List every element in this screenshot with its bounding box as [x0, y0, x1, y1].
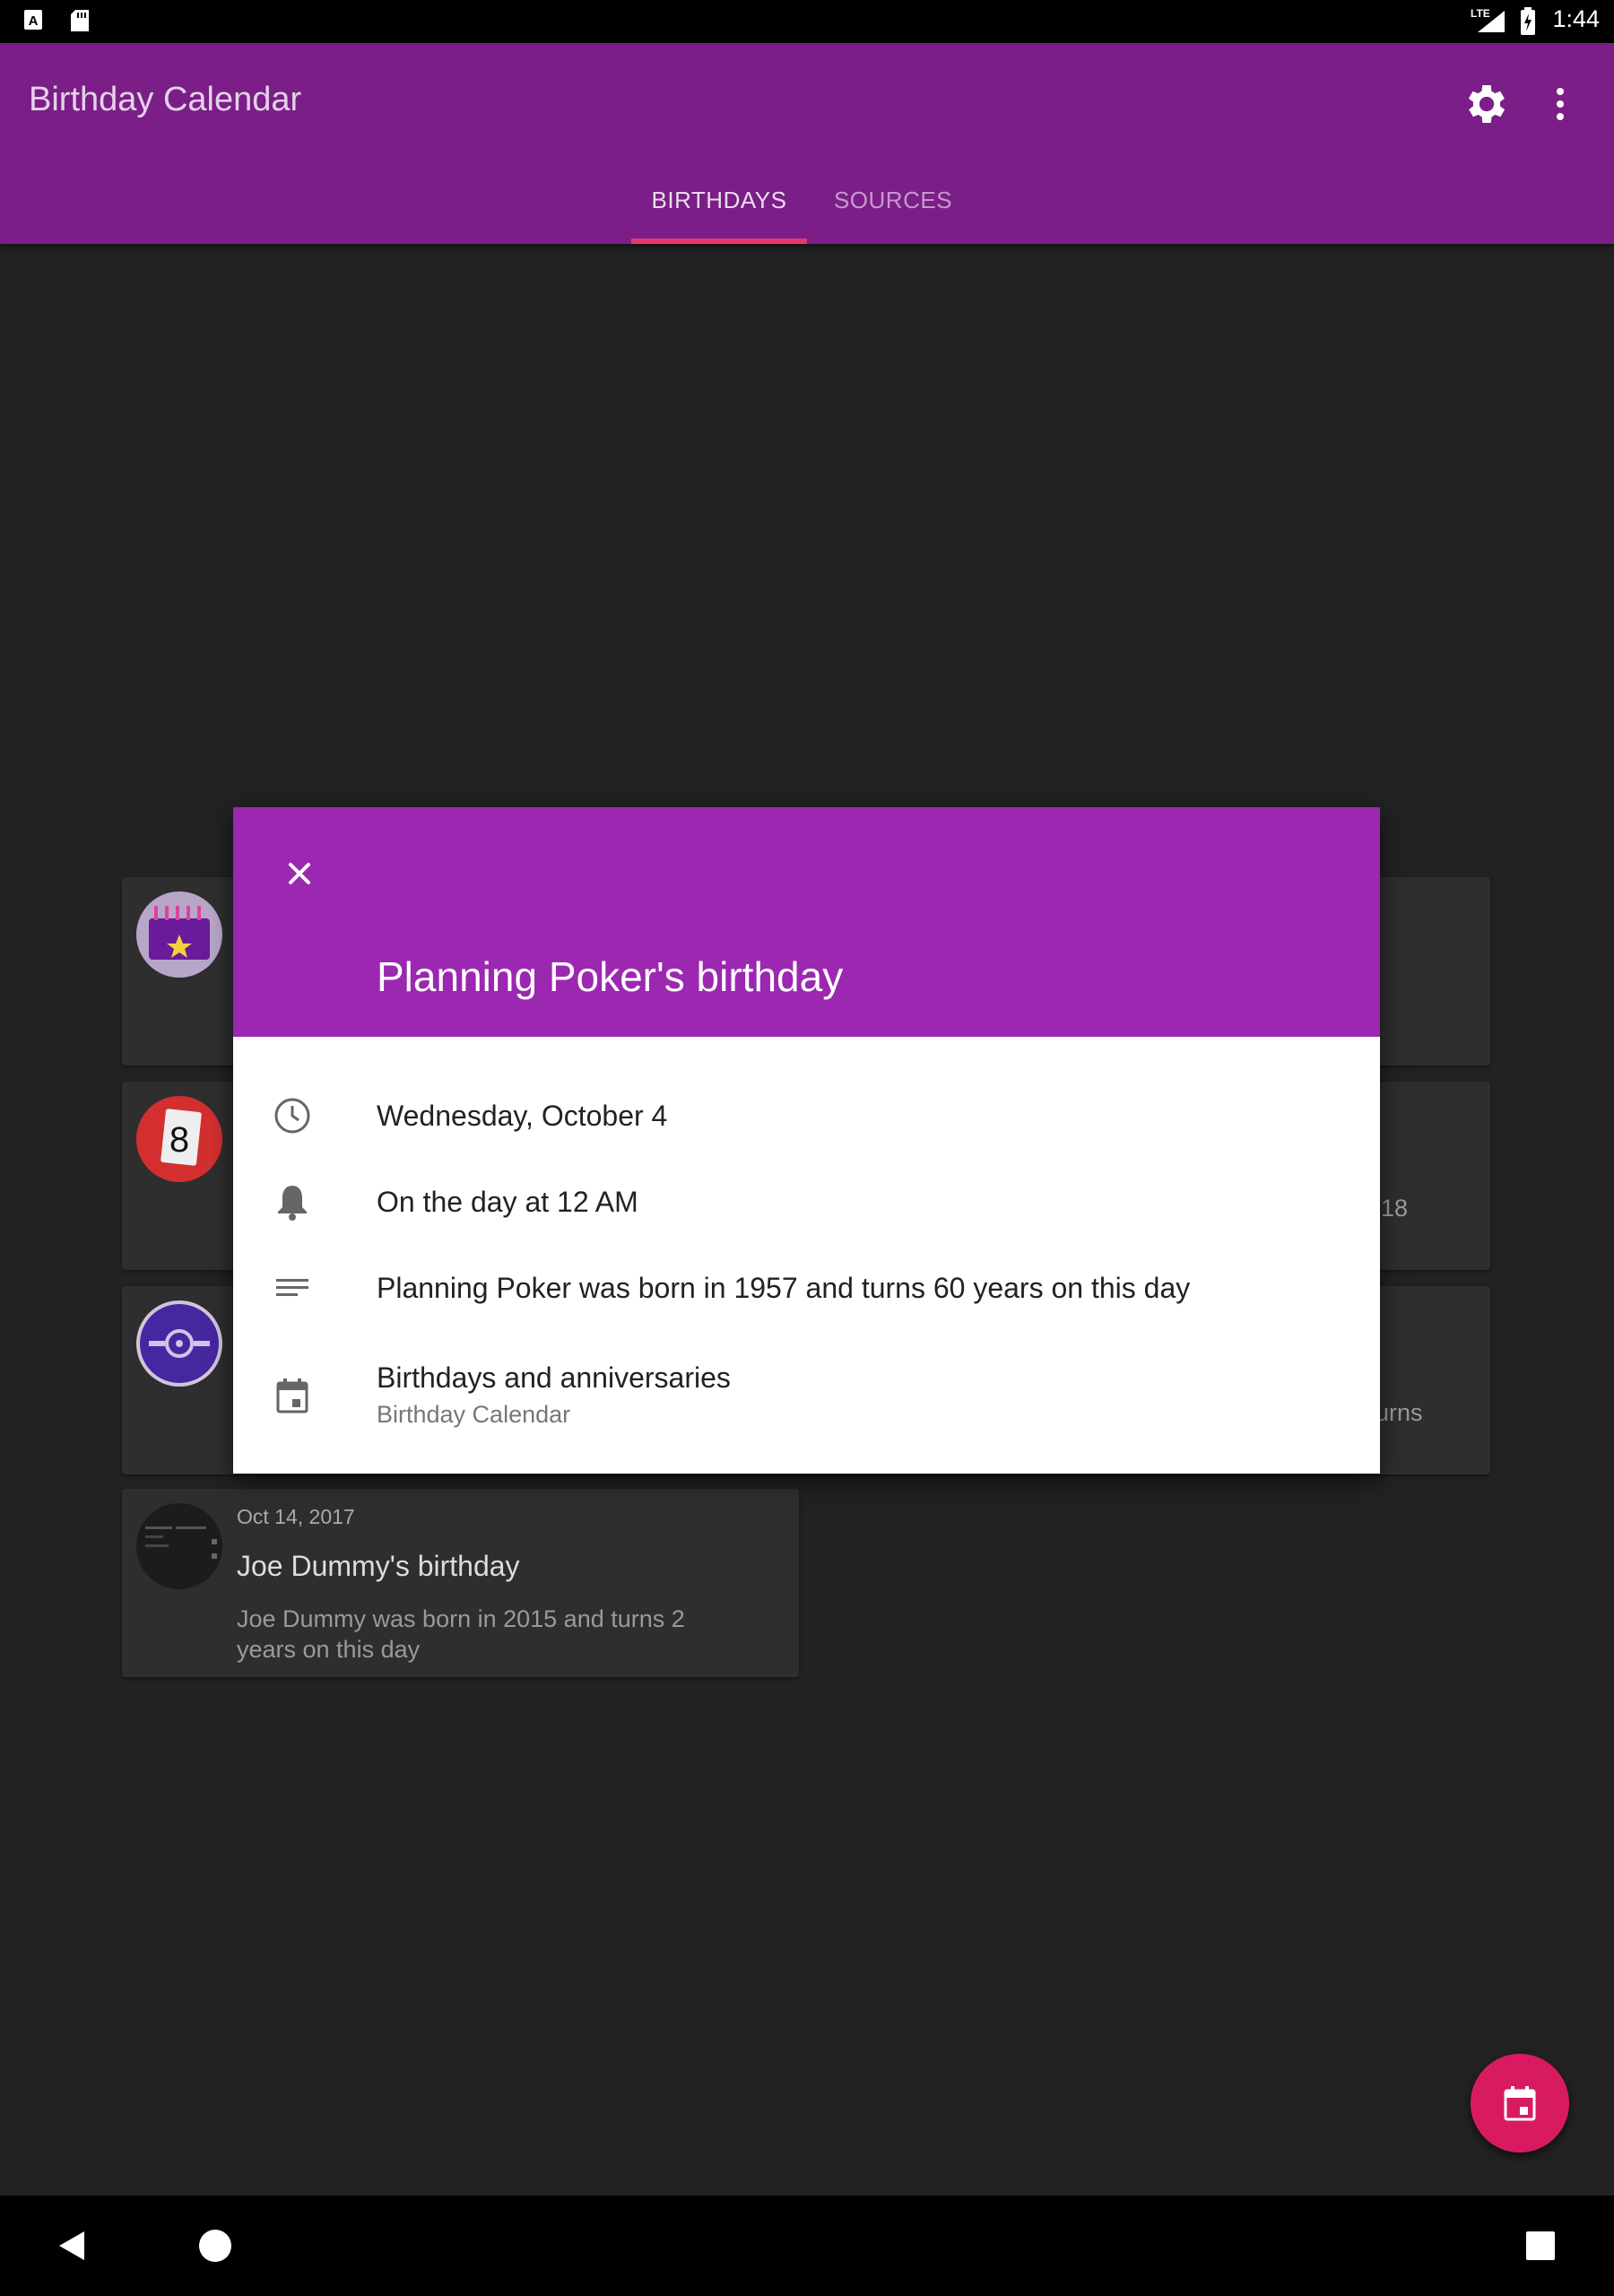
signal-icon — [1478, 11, 1505, 32]
calendar-account: Birthday Calendar — [377, 1401, 571, 1428]
bell-icon — [278, 1186, 307, 1221]
app-bar: Birthday Calendar BIRTHDAYS SOURCES — [0, 43, 1614, 244]
more-vert-icon — [1557, 88, 1564, 120]
add-event-fab[interactable] — [1471, 2054, 1569, 2152]
close-icon — [289, 863, 310, 884]
app-title: Birthday Calendar — [29, 81, 302, 118]
dark-avatar — [145, 1526, 217, 1559]
recents-icon[interactable] — [1524, 2230, 1557, 2262]
back-icon[interactable] — [54, 2228, 90, 2264]
tab-sources[interactable]: SOURCES — [825, 187, 961, 244]
overflow-menu-button[interactable] — [1535, 79, 1585, 129]
event-detail-dialog: Planning Poker's birthday Wednesday, Oct… — [233, 807, 1380, 1474]
svg-text:8: 8 — [169, 1120, 189, 1160]
avatar: 8 — [136, 1096, 222, 1182]
settings-button[interactable] — [1462, 79, 1512, 129]
gear-icon — [1468, 85, 1506, 123]
number-eight-card-icon: 8 — [161, 1109, 202, 1166]
status-clock: 1:44 — [1552, 5, 1600, 32]
avatar — [136, 1300, 222, 1387]
card-peek-text: 18 — [1381, 1195, 1409, 1222]
birthday-card[interactable]: Oct 14, 2017 Joe Dummy's birthday Joe Du… — [122, 1489, 799, 1677]
cake-icon — [149, 906, 210, 960]
sd-card-icon — [71, 10, 89, 31]
event-reminder: On the day at 12 AM — [377, 1186, 638, 1218]
tab-birthdays[interactable]: BIRTHDAYS — [631, 187, 807, 244]
notification-a-icon: A — [24, 10, 42, 30]
card-peek-text: urns — [1375, 1399, 1423, 1426]
calendar-icon — [276, 1378, 308, 1413]
calendar-name: Birthdays and anniversaries — [377, 1361, 731, 1394]
status-bar: A LTE 1:44 — [0, 0, 1614, 43]
event-description: Planning Poker was born in 1957 and turn… — [377, 1272, 1191, 1304]
dialog-header: Planning Poker's birthday — [233, 807, 1380, 1037]
calendar-icon — [1504, 2086, 1536, 2121]
avatar — [136, 891, 222, 978]
card-description: Joe Dummy was born in 2015 and turns 2 y… — [237, 1605, 685, 1663]
battery-charging-icon — [1521, 7, 1535, 35]
navigation-bar — [0, 2196, 1614, 2296]
clock-icon — [274, 1098, 310, 1134]
tab-indicator — [631, 239, 807, 244]
card-title: Joe Dummy's birthday — [237, 1550, 520, 1582]
dialog-title: Planning Poker's birthday — [377, 953, 844, 1000]
svg-text:A: A — [29, 13, 39, 29]
event-date: Wednesday, October 4 — [377, 1100, 668, 1132]
close-button[interactable] — [269, 843, 330, 904]
home-icon[interactable] — [197, 2228, 233, 2264]
notes-icon — [276, 1279, 308, 1296]
disc-icon — [140, 1304, 219, 1383]
avatar — [136, 1503, 222, 1589]
card-date: Oct 14, 2017 — [237, 1505, 355, 1528]
